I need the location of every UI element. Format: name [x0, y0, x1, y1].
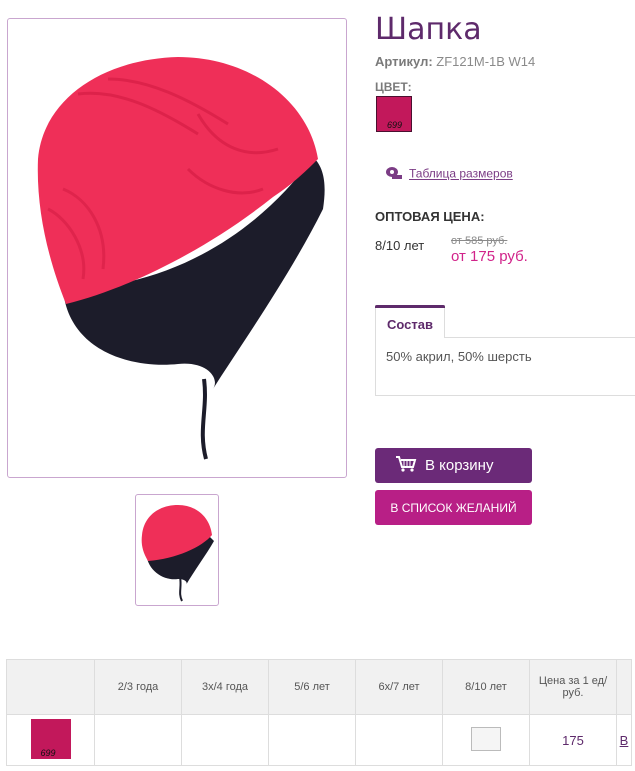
article-number: Артикул: ZF121M-1B W14 — [375, 54, 535, 69]
product-thumbnail[interactable] — [135, 494, 219, 606]
color-label: ЦВЕТ: — [375, 80, 412, 94]
size-table-link[interactable]: Таблица размеров — [385, 166, 513, 183]
table-header-cell: 5/6 лет — [268, 659, 356, 715]
product-main-image[interactable] — [7, 18, 347, 478]
row-action-link[interactable]: В — [620, 733, 629, 748]
tab-panel-composition: 50% акрил, 50% шерсть — [375, 337, 635, 396]
size-order-table: 2/3 года 3х/4 года 5/6 лет 6х/7 лет 8/10… — [6, 659, 632, 766]
size-table-label: Таблица размеров — [409, 166, 513, 181]
add-to-cart-label: В корзину — [425, 457, 494, 474]
article-label: Артикул: — [375, 54, 433, 69]
table-cell-color: 699 — [6, 714, 95, 766]
table-header-cell: Цена за 1 ед/ руб. — [529, 659, 617, 715]
table-cell — [94, 714, 182, 766]
table-header-cell: 6х/7 лет — [355, 659, 443, 715]
table-cell — [268, 714, 356, 766]
table-cell — [355, 714, 443, 766]
table-header-cell — [6, 659, 95, 715]
measuring-tape-icon — [385, 166, 403, 183]
table-row: 699 175 В — [6, 714, 632, 766]
article-value: ZF121M-1B W14 — [436, 54, 536, 69]
tab-composition[interactable]: Состав — [375, 305, 445, 338]
table-header-cell: 2/3 года — [94, 659, 182, 715]
table-header-cell — [616, 659, 632, 715]
color-code: 699 — [387, 120, 403, 130]
table-header-row: 2/3 года 3х/4 года 5/6 лет 6х/7 лет 8/10… — [6, 659, 632, 715]
row-color-swatch: 699 — [30, 718, 71, 759]
product-title: Шапка — [375, 12, 482, 47]
table-cell — [442, 714, 530, 766]
age-size-label: 8/10 лет — [375, 238, 425, 253]
quantity-input-8-10[interactable] — [471, 726, 501, 751]
cart-icon — [395, 455, 417, 477]
wholesale-price-label: ОПТОВАЯ ЦЕНА: — [375, 209, 485, 224]
table-cell-price: 175 — [529, 714, 617, 766]
hat-image — [37, 57, 325, 460]
row-color-code: 699 — [40, 747, 56, 758]
current-price: от 175 руб. — [451, 248, 528, 265]
table-cell: В — [616, 714, 632, 766]
table-cell — [181, 714, 269, 766]
hat-thumbnail-image — [141, 505, 214, 602]
table-header-cell: 8/10 лет — [442, 659, 530, 715]
table-header-cell: 3х/4 года — [181, 659, 269, 715]
add-to-wishlist-button[interactable]: В СПИСОК ЖЕЛАНИЙ — [375, 490, 532, 525]
add-to-cart-button[interactable]: В корзину — [375, 448, 532, 483]
old-price: от 585 руб. — [451, 235, 508, 247]
color-swatch[interactable]: 699 — [376, 96, 412, 132]
